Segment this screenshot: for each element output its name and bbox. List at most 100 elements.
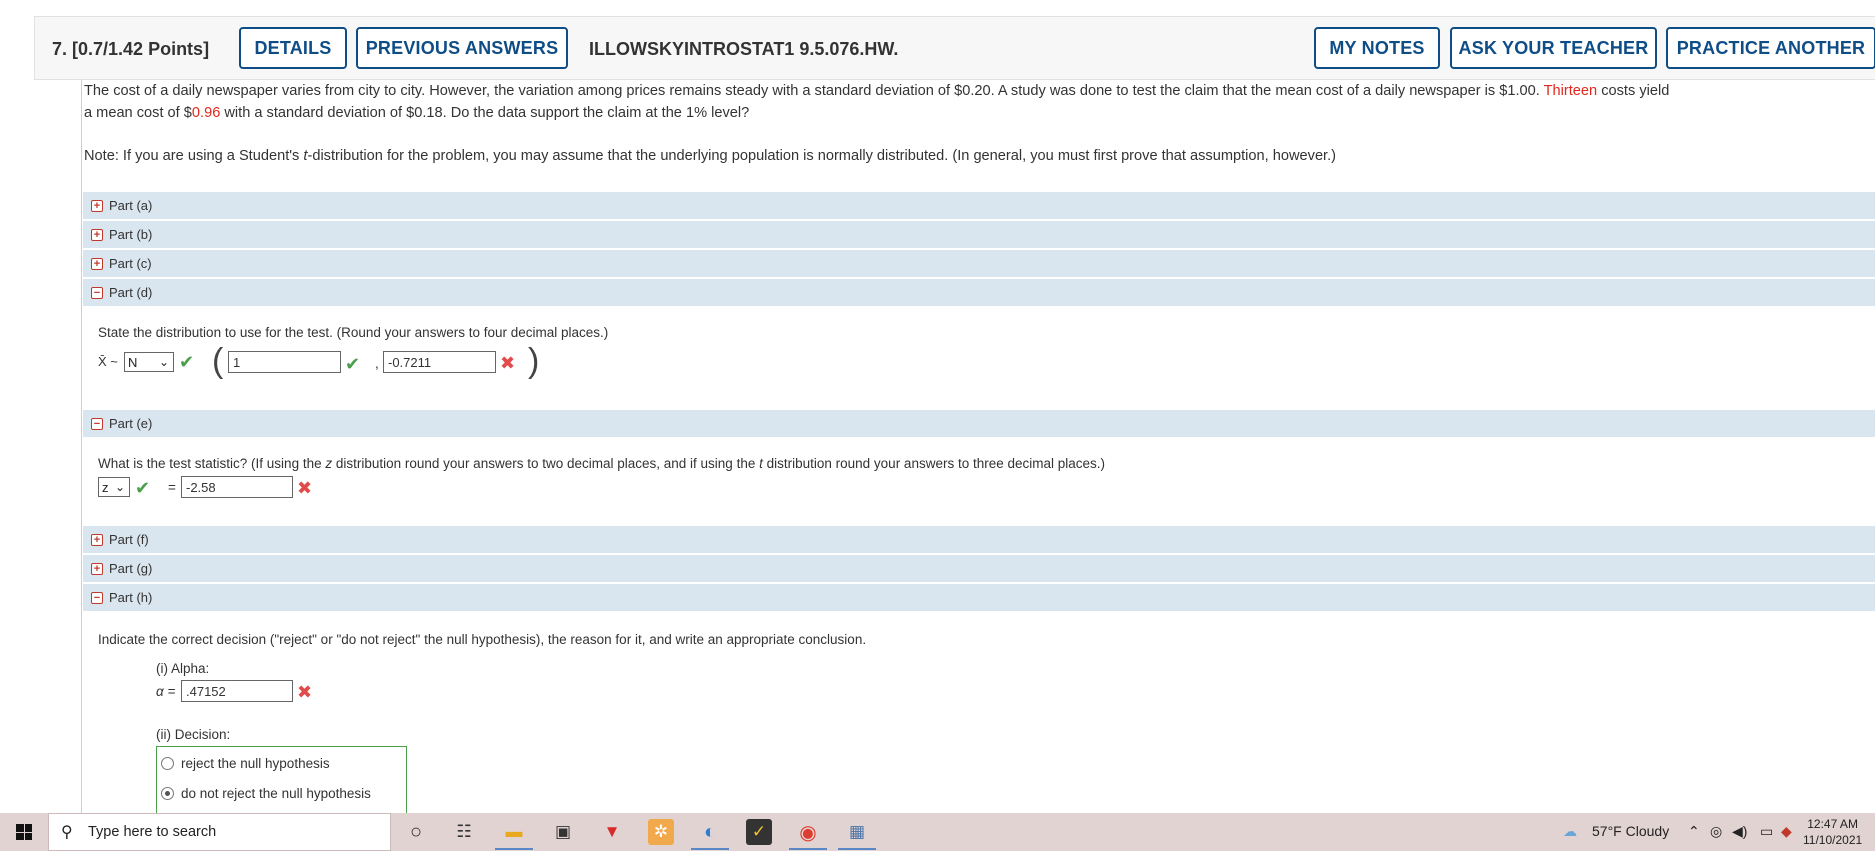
alpha-input[interactable]: .47152: [181, 680, 293, 702]
task-view-icon[interactable]: ☷: [451, 819, 477, 845]
question-content: The cost of a daily newspaper varies fro…: [81, 80, 1875, 813]
question-points-label: 7. [0.7/1.42 Points]: [52, 39, 210, 59]
part-label: Part (e): [109, 416, 153, 431]
active-app-indicator: [691, 848, 729, 850]
expand-icon: +: [91, 199, 103, 212]
previous-answers-button[interactable]: PREVIOUS ANSWERS: [356, 27, 568, 69]
part-d-header[interactable]: − Part (d): [83, 278, 1875, 306]
option-do-not-reject[interactable]: do not reject the null hypothesis: [161, 786, 371, 801]
cross-icon: ✖: [500, 353, 516, 373]
left-paren: (: [212, 342, 224, 380]
part-c-header[interactable]: + Part (c): [83, 249, 1875, 277]
problem-text: a mean cost of $: [84, 105, 192, 121]
part-label: Part (g): [109, 561, 153, 576]
distribution-select-value: N: [128, 354, 138, 370]
calculator-icon[interactable]: ▦: [844, 819, 870, 845]
practice-another-button[interactable]: PRACTICE ANOTHER: [1666, 27, 1875, 69]
my-notes-button[interactable]: MY NOTES: [1314, 27, 1440, 69]
part-g-header[interactable]: + Part (g): [83, 554, 1875, 582]
problem-text: The cost of a daily newspaper varies fro…: [84, 83, 1544, 99]
ask-your-teacher-button[interactable]: ASK YOUR TEACHER: [1450, 27, 1657, 69]
part-h-prompt: Indicate the correct decision ("reject" …: [98, 632, 867, 647]
expand-icon: +: [91, 533, 103, 546]
part-e-header[interactable]: − Part (e): [83, 409, 1875, 437]
taskbar-search-box[interactable]: ⚲ Type here to search: [48, 813, 391, 851]
expand-icon: +: [91, 562, 103, 575]
mean-input[interactable]: 1: [228, 351, 341, 373]
cortana-icon[interactable]: ○: [403, 819, 429, 845]
collapse-icon: −: [91, 417, 103, 430]
statistic-select[interactable]: z ⌄: [98, 477, 130, 497]
option-reject[interactable]: reject the null hypothesis: [161, 756, 330, 771]
decision-options: reject the null hypothesis do not reject…: [156, 746, 407, 813]
sd-input[interactable]: -0.7211: [383, 351, 496, 373]
option-label: reject the null hypothesis: [181, 756, 330, 771]
chrome-icon[interactable]: ◉: [795, 819, 821, 845]
app-icon[interactable]: ✲: [648, 819, 674, 845]
check-app-icon[interactable]: ✓: [746, 819, 772, 845]
details-button[interactable]: DETAILS: [239, 27, 347, 69]
weather-text[interactable]: 57°F Cloudy: [1592, 823, 1669, 839]
prompt-text: What is the test statistic? (If using th…: [98, 456, 326, 471]
windows-start-icon[interactable]: [16, 824, 32, 840]
edge-icon[interactable]: ◐: [697, 819, 723, 845]
volume-icon[interactable]: ◀): [1732, 823, 1747, 840]
collapse-icon: −: [91, 286, 103, 299]
radio-button[interactable]: [161, 757, 174, 770]
test-statistic-input[interactable]: -2.58: [181, 476, 293, 498]
collapse-icon: −: [91, 591, 103, 604]
store-icon[interactable]: ▣: [550, 819, 576, 845]
distribution-select[interactable]: N ⌄: [124, 352, 174, 372]
option-label: do not reject the null hypothesis: [181, 786, 371, 801]
notification-app-icon[interactable]: ◆: [1781, 823, 1792, 840]
comma-separator: ,: [375, 356, 379, 371]
right-paren: ): [528, 342, 540, 380]
problem-sample-mean: 0.96: [191, 105, 221, 121]
note-text: -distribution for the problem, you may a…: [307, 148, 1337, 164]
alpha-label: α =: [156, 684, 176, 699]
taskbar: ⚲ Type here to search ○ ☷ ▬ ▣ ▼ ✲ ◐ ✓ ◉ …: [0, 813, 1875, 851]
file-explorer-icon[interactable]: ▬: [501, 819, 527, 845]
display-icon[interactable]: ▭: [1760, 823, 1773, 840]
problem-sample-size: Thirteen: [1543, 83, 1598, 99]
active-app-indicator: [838, 848, 876, 850]
part-b-header[interactable]: + Part (b): [83, 220, 1875, 248]
check-icon: ✔: [345, 354, 361, 374]
vivaldi-icon[interactable]: ▼: [599, 819, 625, 845]
expand-icon: +: [91, 228, 103, 241]
taskbar-clock[interactable]: 12:47 AM 11/10/2021: [1803, 816, 1862, 848]
xbar-tilde-label: X̄ ~: [98, 354, 118, 369]
problem-text: costs yield: [1597, 83, 1670, 99]
question-header: 7. [0.7/1.42 Points] DETAILS PREVIOUS AN…: [34, 16, 1875, 80]
problem-note: Note: If you are using a Student's t-dis…: [84, 148, 1336, 164]
problem-text: with a standard deviation of $0.18. Do t…: [220, 105, 750, 121]
part-h-header[interactable]: − Part (h): [83, 583, 1875, 611]
part-label: Part (f): [109, 532, 149, 547]
network-icon[interactable]: ◎: [1710, 823, 1722, 840]
search-placeholder: Type here to search: [88, 824, 217, 840]
clock-time: 12:47 AM: [1807, 817, 1858, 831]
part-e-prompt: What is the test statistic? (If using th…: [98, 456, 1105, 471]
note-text: Note: If you are using a Student's: [84, 148, 304, 164]
part-label: Part (c): [109, 256, 152, 271]
part-label: Part (b): [109, 227, 153, 242]
equals-sign: =: [168, 480, 176, 495]
check-icon: ✔: [135, 478, 151, 498]
chevron-down-icon: ⌄: [158, 355, 169, 369]
expand-icon: +: [91, 257, 103, 270]
cloud-icon: ☁: [1563, 823, 1577, 839]
decision-heading: (ii) Decision:: [156, 727, 231, 742]
radio-button-selected[interactable]: [161, 787, 174, 800]
part-label: Part (a): [109, 198, 153, 213]
part-f-header[interactable]: + Part (f): [83, 525, 1875, 553]
assignment-code: ILLOWSKYINTROSTAT1 9.5.076.HW.: [589, 39, 899, 59]
chevron-up-icon[interactable]: ⌃: [1688, 823, 1700, 840]
alpha-heading: (i) Alpha:: [156, 661, 210, 676]
problem-statement-line-2: a mean cost of $0.96 with a standard dev…: [84, 102, 749, 124]
prompt-text: distribution round your answers to three…: [762, 456, 1106, 471]
statistic-select-value: z: [102, 479, 109, 495]
search-icon: ⚲: [61, 824, 73, 841]
part-a-header[interactable]: + Part (a): [83, 191, 1875, 219]
active-app-indicator: [789, 848, 827, 850]
cross-icon: ✖: [297, 478, 313, 498]
